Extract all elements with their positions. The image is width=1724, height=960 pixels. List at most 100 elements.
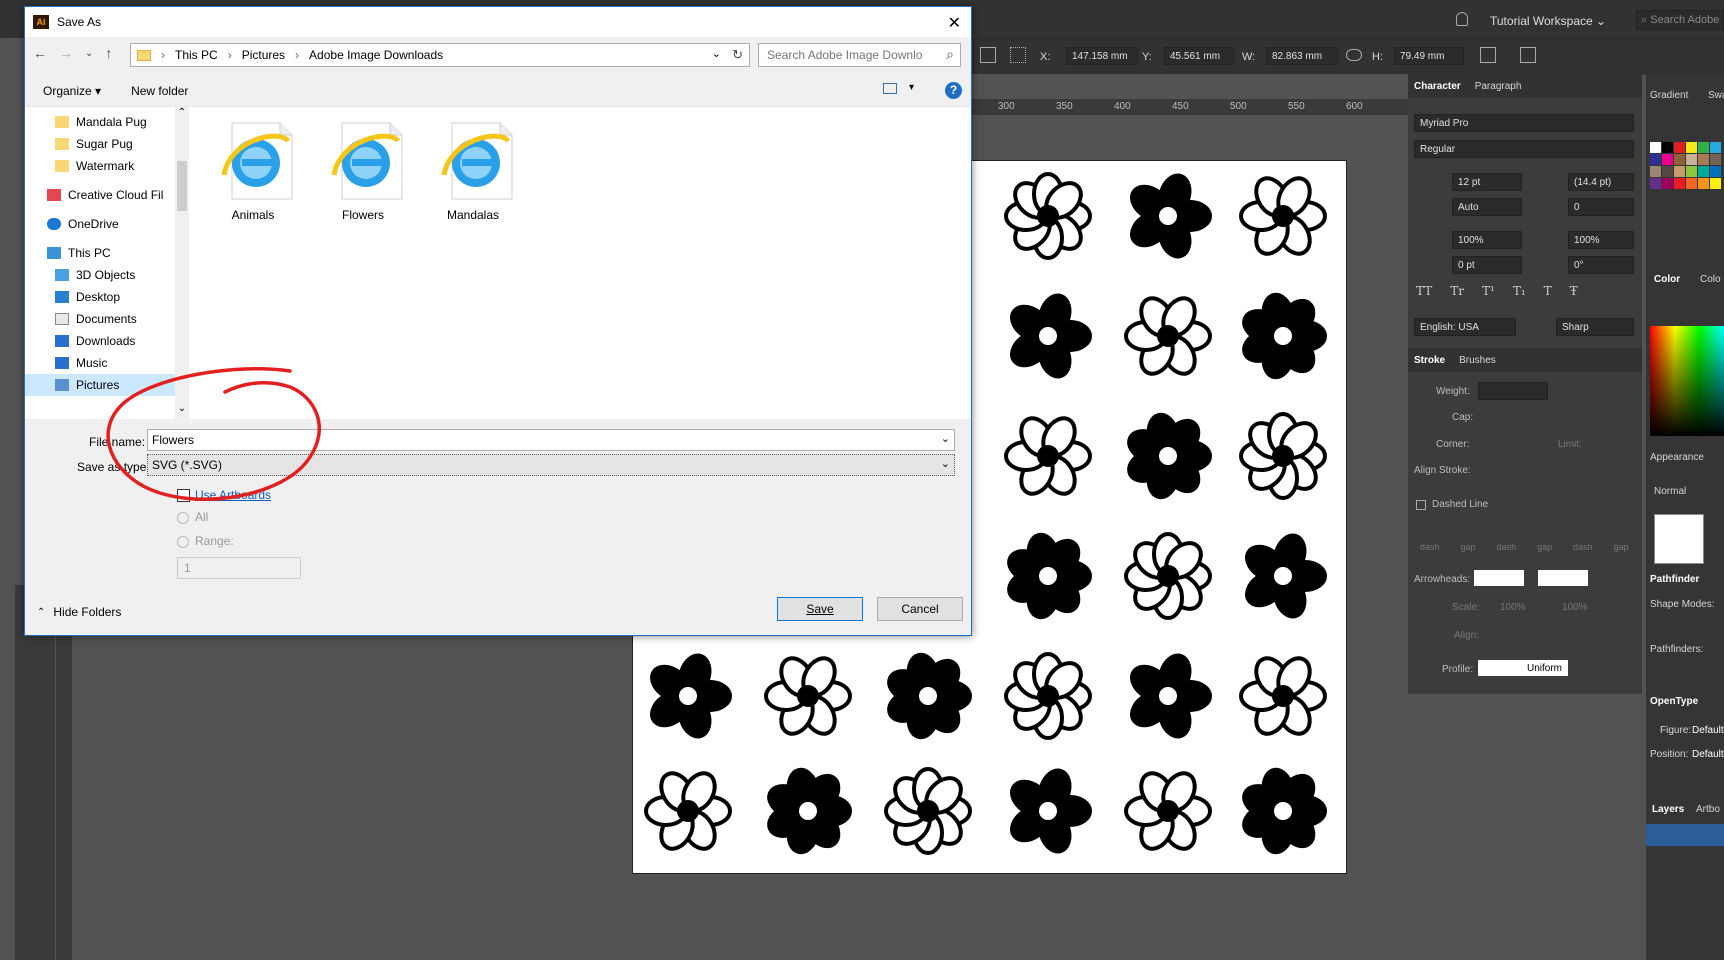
range-radio[interactable]: [177, 536, 189, 548]
swatch[interactable]: [1674, 142, 1685, 153]
range-input[interactable]: 1: [177, 557, 301, 579]
character-rotation-field[interactable]: 0°: [1568, 256, 1634, 274]
leading-field[interactable]: (14.4 pt): [1568, 173, 1634, 191]
transform-icon[interactable]: [1480, 47, 1496, 63]
sidebar-item-mandala-pug[interactable]: Mandala Pug: [55, 111, 147, 133]
tab-gradient[interactable]: Gradient: [1650, 90, 1688, 101]
sidebar-item-this-pc[interactable]: This PC: [47, 242, 111, 264]
transform-grid-icon[interactable]: [1010, 47, 1026, 63]
lightbulb-icon[interactable]: [1456, 12, 1468, 26]
swatch[interactable]: [1686, 154, 1697, 165]
chevron-down-icon[interactable]: ⌄: [941, 457, 950, 470]
h-field[interactable]: 79.49 mm: [1394, 47, 1464, 65]
weight-field[interactable]: [1478, 382, 1548, 400]
chevron-down-icon[interactable]: ⌄: [712, 47, 721, 60]
sidebar-item-downloads[interactable]: Downloads: [55, 330, 135, 352]
subscript-button[interactable]: T₁: [1513, 284, 1526, 298]
file-item[interactable]: Mandalas: [423, 119, 523, 222]
chevron-down-icon[interactable]: ⌄: [941, 432, 950, 445]
arrowhead-start-select[interactable]: [1474, 570, 1524, 586]
save-button[interactable]: Save: [777, 597, 863, 621]
swatch[interactable]: [1650, 178, 1661, 189]
sidebar-item-desktop[interactable]: Desktop: [55, 286, 120, 308]
language-field[interactable]: English: USA: [1414, 318, 1516, 336]
swatch[interactable]: [1686, 178, 1697, 189]
tab-character[interactable]: Character: [1414, 81, 1461, 92]
x-field[interactable]: 147.158 mm: [1066, 47, 1138, 65]
sidebar-item-onedrive[interactable]: OneDrive: [47, 213, 119, 235]
small-caps-button[interactable]: Tr: [1450, 284, 1464, 298]
swatch[interactable]: [1698, 142, 1709, 153]
swatch[interactable]: [1674, 166, 1685, 177]
antialias-field[interactable]: Sharp: [1556, 318, 1634, 336]
sidebar-item-creative-cloud-fil[interactable]: Creative Cloud Fil: [47, 184, 163, 206]
swatch[interactable]: [1650, 142, 1661, 153]
search-input[interactable]: Search Adobe Image Downlo ⌕: [758, 43, 961, 67]
up-arrow-icon[interactable]: ↑: [105, 45, 112, 61]
tab-paragraph[interactable]: Paragraph: [1475, 81, 1522, 92]
tab-artboards[interactable]: Artbo: [1696, 804, 1720, 815]
forward-arrow-icon[interactable]: →: [59, 45, 73, 61]
refresh-icon[interactable]: ↻: [732, 47, 743, 63]
figure-value[interactable]: Default: [1692, 725, 1724, 736]
sidebar-item-watermark[interactable]: Watermark: [55, 155, 134, 177]
close-icon[interactable]: ✕: [948, 13, 961, 33]
scroll-thumb[interactable]: [177, 161, 187, 211]
workspace-switcher[interactable]: Tutorial Workspace ⌄: [1490, 14, 1606, 28]
swatch[interactable]: [1710, 178, 1721, 189]
search-box[interactable]: ⌕ Search Adobe: [1636, 10, 1724, 30]
underline-button[interactable]: T: [1544, 284, 1552, 298]
back-arrow-icon[interactable]: ←: [33, 45, 47, 61]
tab-color-guide[interactable]: Colo: [1700, 274, 1721, 285]
tab-brushes[interactable]: Brushes: [1459, 355, 1496, 366]
swatch[interactable]: [1674, 154, 1685, 165]
font-family-field[interactable]: Myriad Pro: [1414, 114, 1634, 132]
organize-button[interactable]: Organize ▾: [43, 84, 101, 98]
kerning-field[interactable]: Auto: [1452, 198, 1522, 216]
swatch[interactable]: [1710, 154, 1721, 165]
color-spectrum[interactable]: [1650, 326, 1724, 436]
position-value[interactable]: Default: [1692, 749, 1724, 760]
swatch[interactable]: [1698, 154, 1709, 165]
swatch[interactable]: [1698, 166, 1709, 177]
file-item[interactable]: Animals: [203, 119, 303, 222]
new-folder-button[interactable]: New folder: [131, 84, 188, 98]
isolate-icon[interactable]: [1520, 47, 1536, 63]
dashed-line-checkbox[interactable]: [1416, 500, 1426, 510]
superscript-button[interactable]: T¹: [1482, 284, 1495, 298]
swatch[interactable]: [1662, 178, 1673, 189]
w-field[interactable]: 82.863 mm: [1266, 47, 1338, 65]
chevron-down-icon[interactable]: ▾: [909, 82, 914, 93]
breadcrumb-adobe-image-downloads[interactable]: Adobe Image Downloads: [309, 48, 443, 62]
profile-select[interactable]: Uniform: [1478, 660, 1568, 676]
swatch[interactable]: [1662, 142, 1673, 153]
swatch[interactable]: [1662, 166, 1673, 177]
sidebar-item-documents[interactable]: Documents: [55, 308, 137, 330]
y-field[interactable]: 45.561 mm: [1164, 47, 1234, 65]
font-style-field[interactable]: Regular: [1414, 140, 1634, 158]
hide-folders-button[interactable]: ⌃ Hide Folders: [37, 605, 121, 619]
strikethrough-button[interactable]: Ŧ: [1570, 284, 1578, 298]
swatch[interactable]: [1650, 154, 1661, 165]
swatch[interactable]: [1710, 166, 1721, 177]
arrowhead-end-select[interactable]: [1538, 570, 1588, 586]
file-item[interactable]: Flowers: [313, 119, 413, 222]
blend-mode-value[interactable]: Normal: [1654, 486, 1686, 497]
address-bar[interactable]: › This PC › Pictures › Adobe Image Downl…: [130, 43, 750, 67]
swatch[interactable]: [1662, 154, 1673, 165]
breadcrumb-this-pc[interactable]: This PC: [175, 48, 218, 62]
help-icon[interactable]: ?: [945, 82, 962, 99]
tab-appearance[interactable]: Appearance: [1650, 452, 1704, 463]
font-size-field[interactable]: 12 pt: [1452, 173, 1522, 191]
all-caps-button[interactable]: TT: [1416, 284, 1432, 298]
align-icon[interactable]: [980, 47, 996, 63]
sidebar-item-sugar-pug[interactable]: Sugar Pug: [55, 133, 133, 155]
scroll-up-icon[interactable]: ⌃: [175, 107, 189, 118]
horizontal-scale-field[interactable]: 100%: [1568, 231, 1634, 249]
tab-pathfinder[interactable]: Pathfinder: [1650, 574, 1699, 585]
tab-opentype[interactable]: OpenType: [1650, 696, 1698, 707]
view-icon[interactable]: [883, 83, 897, 94]
cancel-button[interactable]: Cancel: [877, 597, 963, 621]
baseline-shift-field[interactable]: 0 pt: [1452, 256, 1522, 274]
swatch[interactable]: [1710, 142, 1721, 153]
